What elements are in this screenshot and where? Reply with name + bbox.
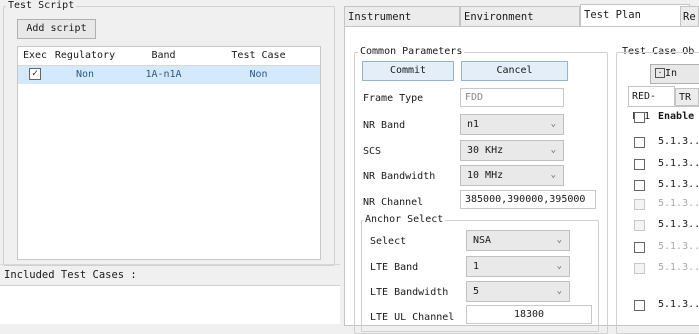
tc-item: 5.1.3.. — [658, 219, 699, 230]
enable-all-label: Enable — [658, 111, 695, 122]
test-script-title: Test Script — [6, 0, 77, 11]
table-row[interactable]: ✓ Non 1A-n1A Non — [18, 66, 320, 84]
anchor-select-dropdown[interactable]: NSA ⌄ — [466, 230, 570, 251]
tab-instrument-setting[interactable]: Instrument Setting — [344, 6, 460, 44]
add-script-button[interactable]: Add script — [17, 19, 96, 39]
tab-re[interactable]: Re — [680, 6, 699, 27]
commit-button[interactable]: Commit — [362, 61, 454, 81]
tc-item: 5.1.3.. — [658, 262, 699, 273]
lte-band-select[interactable]: 1 ⌄ — [466, 256, 570, 277]
tc-checkbox — [634, 263, 645, 274]
tc-item: 5.1.3.. — [658, 241, 699, 252]
table-header: Exec Regulatory Band Test Case — [18, 47, 320, 66]
nr-channel-label: NR Channel — [363, 197, 424, 208]
tab-red-fr1[interactable]: RED-FR1 — [628, 86, 675, 122]
chevron-down-icon: ⌄ — [550, 119, 556, 129]
lte-ul-channel-label: LTE UL Channel — [370, 312, 455, 323]
include-button[interactable]: · In — [650, 64, 699, 84]
tab-test-plan-setting[interactable]: Test Plan Setting — [580, 4, 690, 42]
script-table: Exec Regulatory Band Test Case ✓ Non 1A-… — [17, 46, 321, 260]
cell-regulatory: Non — [75, 69, 95, 80]
tc-item: 5.1.3.. — [658, 158, 699, 169]
lte-band-label: LTE Band — [370, 262, 419, 273]
scs-label: SCS — [363, 146, 382, 157]
splitter[interactable] — [0, 264, 340, 265]
tc-checkbox — [634, 199, 645, 210]
lte-bandwidth-select[interactable]: 5 ⌄ — [466, 281, 570, 302]
common-parameters-title: Common Parameters — [358, 46, 465, 57]
tab-tr[interactable]: TR — [675, 88, 699, 106]
nr-bandwidth-select[interactable]: 10 MHz ⌄ — [460, 165, 564, 186]
tc-item: 5.1.3.. — [658, 136, 699, 147]
lte-bandwidth-label: LTE Bandwidth — [370, 287, 449, 298]
header-regulatory[interactable]: Regulatory — [52, 47, 118, 65]
nr-channel-input[interactable]: 385000,390000,395000 — [460, 190, 596, 209]
included-area — [0, 285, 340, 324]
cancel-button[interactable]: Cancel — [461, 61, 568, 81]
tc-checkbox[interactable] — [634, 300, 645, 311]
chevron-down-icon: ⌄ — [550, 170, 556, 180]
tc-checkbox[interactable] — [634, 180, 645, 191]
enable-all-checkbox[interactable] — [634, 112, 645, 123]
include-button-label: In — [665, 68, 678, 79]
exec-checkbox[interactable]: ✓ — [29, 68, 41, 80]
cell-test-case: Non — [249, 69, 268, 80]
header-exec[interactable]: Exec — [18, 47, 52, 65]
header-test-case[interactable]: Test Case — [209, 47, 308, 65]
nr-band-select[interactable]: n1 ⌄ — [460, 114, 564, 135]
nr-band-label: NR Band — [363, 120, 406, 131]
chevron-down-icon: ⌄ — [556, 286, 562, 296]
chevron-down-icon: ⌄ — [556, 235, 562, 245]
scs-select[interactable]: 30 KHz ⌄ — [460, 140, 564, 161]
tc-checkbox[interactable] — [634, 137, 645, 148]
tc-item: 5.1.3.. — [658, 299, 699, 310]
header-band[interactable]: Band — [118, 47, 209, 65]
tc-item: 5.1.3.. — [658, 179, 699, 190]
tc-checkbox — [634, 220, 645, 231]
lte-ul-channel-input[interactable]: 18300 — [466, 305, 592, 324]
select-label: Select — [370, 236, 407, 247]
tab-environment-setting[interactable]: Environment Setting — [460, 6, 580, 44]
chevron-down-icon: ⌄ — [550, 145, 556, 155]
nr-bandwidth-label: NR Bandwidth — [363, 171, 436, 182]
frame-type-field: FDD — [460, 88, 564, 107]
chevron-down-icon: ⌄ — [556, 261, 562, 271]
cell-band: 1A-n1A — [145, 69, 182, 80]
tc-item: 5.1.3.. — [658, 198, 699, 209]
included-test-cases-label: Included Test Cases : — [4, 269, 137, 281]
include-icon: · — [655, 68, 665, 78]
tc-checkbox[interactable] — [634, 242, 645, 253]
frame-type-label: Frame Type — [363, 93, 424, 104]
anchor-select-title: Anchor Select — [363, 214, 446, 225]
tc-checkbox[interactable] — [634, 159, 645, 170]
